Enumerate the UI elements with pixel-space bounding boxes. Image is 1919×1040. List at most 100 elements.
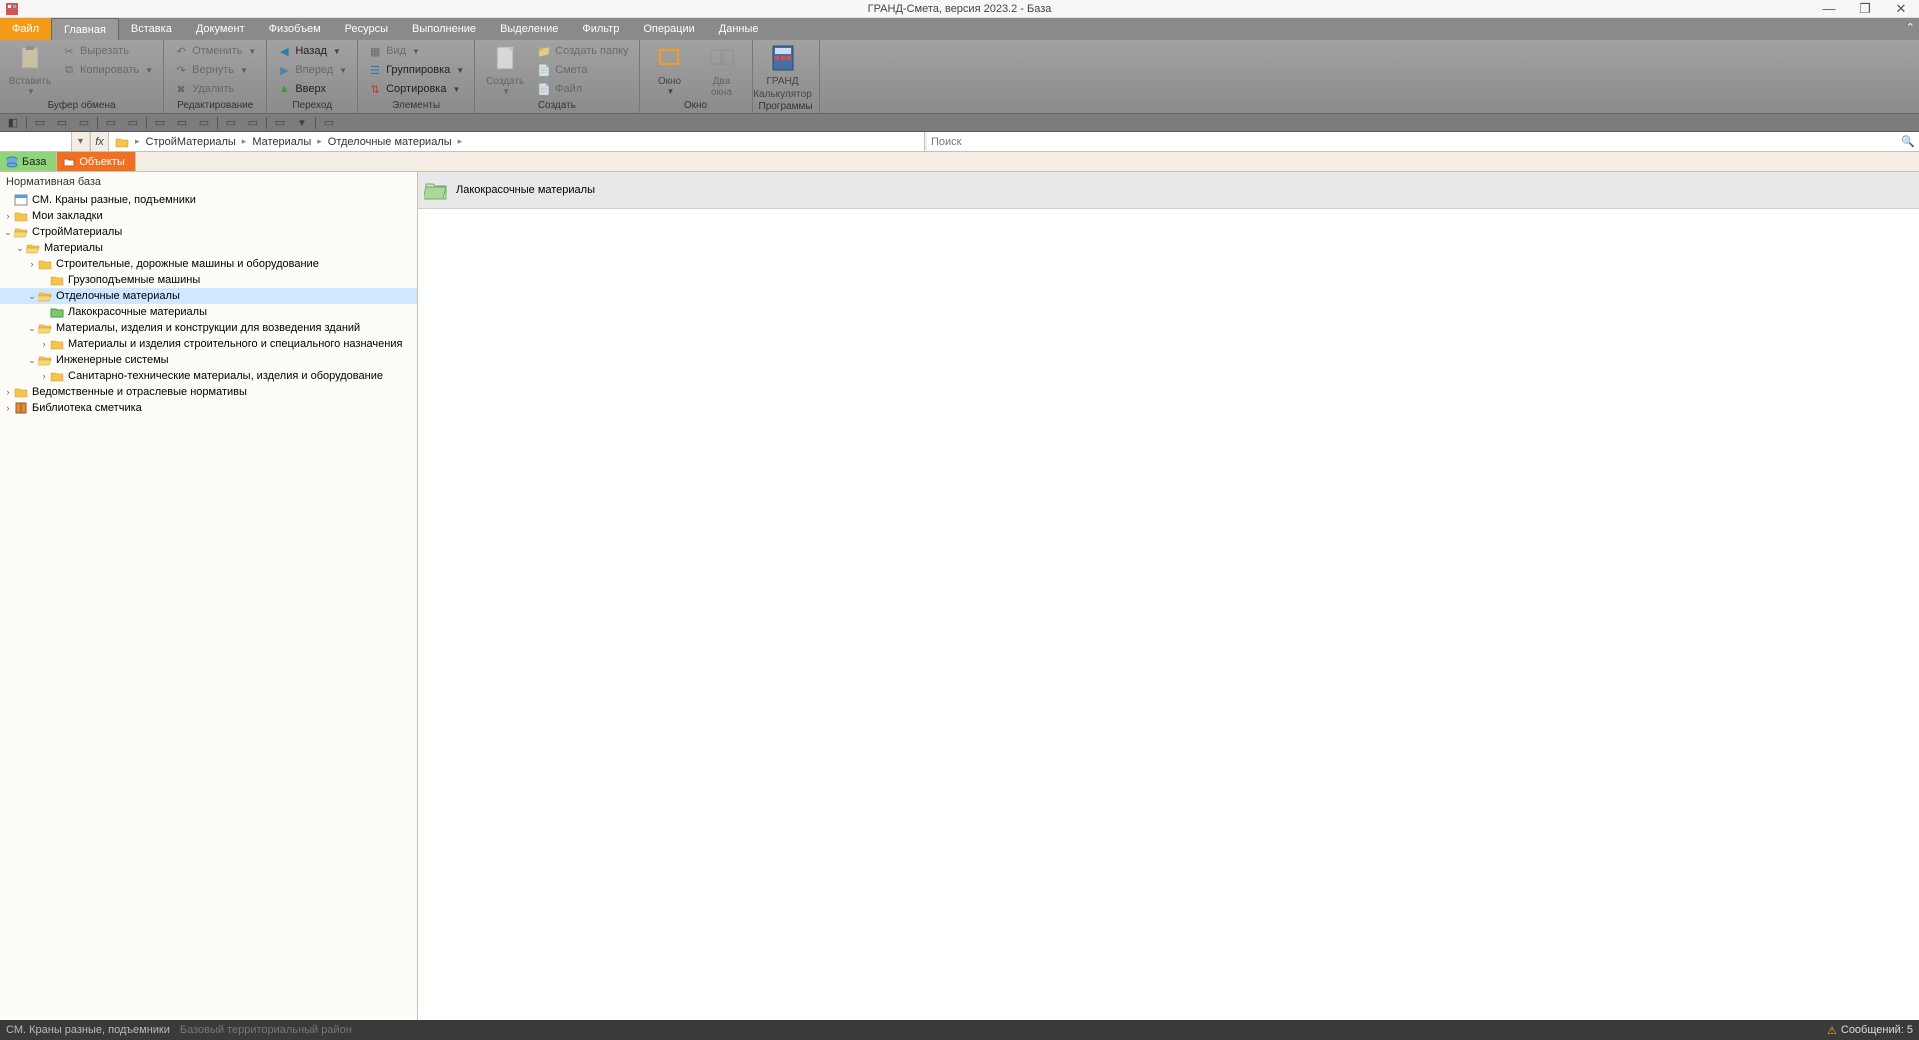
ribbon-tab-document[interactable]: Документ: [184, 18, 257, 40]
chevron-right-icon[interactable]: ▸: [133, 136, 142, 147]
collapse-icon[interactable]: ⌄: [26, 355, 38, 366]
file-icon: 📄: [537, 82, 551, 96]
two-windows-button[interactable]: Два окна: [698, 42, 746, 98]
expand-icon[interactable]: ›: [38, 371, 50, 381]
collapse-icon[interactable]: ⌄: [2, 227, 14, 238]
tree-node[interactable]: ›Ведомственные и отраслевые нормативы: [0, 384, 417, 400]
tree-node[interactable]: ⌄Отделочные материалы: [0, 288, 417, 304]
expand-icon[interactable]: ›: [2, 387, 14, 397]
collapse-icon[interactable]: ⌄: [14, 243, 26, 254]
cut-button[interactable]: ✂Вырезать: [58, 42, 157, 60]
address-name-box[interactable]: [0, 132, 72, 151]
create-button[interactable]: Создать ▼: [481, 42, 529, 96]
content-item[interactable]: Лакокрасочные материалы: [418, 172, 1919, 209]
expand-icon[interactable]: ›: [38, 339, 50, 349]
search-input[interactable]: [931, 136, 1901, 148]
expand-icon[interactable]: ›: [2, 211, 14, 221]
collapse-icon[interactable]: ⌄: [26, 291, 38, 302]
tree-node[interactable]: ›Строительные, дорожные машины и оборудо…: [0, 256, 417, 272]
qat-btn-3[interactable]: ▭: [53, 116, 71, 130]
ribbon-tab-operations[interactable]: Операции: [631, 18, 706, 40]
ribbon-tab-filter[interactable]: Фильтр: [570, 18, 631, 40]
delete-button[interactable]: ✖Удалить: [170, 80, 260, 98]
status-messages[interactable]: Сообщений: 5: [1841, 1024, 1913, 1036]
forward-button[interactable]: ▶Вперед▼: [273, 61, 351, 79]
qat-btn-11[interactable]: ▭: [244, 116, 262, 130]
qat-btn-8[interactable]: ▭: [173, 116, 191, 130]
close-button[interactable]: ✕: [1883, 0, 1919, 18]
ribbon-tab-file[interactable]: Файл: [0, 18, 51, 40]
tree-node-label: Материалы: [44, 242, 103, 254]
breadcrumb-seg-2[interactable]: Отделочные материалы: [324, 136, 456, 148]
ribbon-expand-icon[interactable]: ⌃: [1906, 21, 1915, 34]
file-button[interactable]: 📄Файл: [533, 80, 632, 98]
qat-btn-1[interactable]: ◧: [4, 116, 22, 130]
app-icon: [4, 1, 20, 17]
window-button[interactable]: Окно ▼: [646, 42, 694, 96]
chevron-right-icon[interactable]: ▸: [315, 136, 324, 147]
ribbon-tab-selection[interactable]: Выделение: [488, 18, 570, 40]
qat-btn-5[interactable]: ▭: [102, 116, 120, 130]
tree-node[interactable]: ›Материалы и изделия строительного и спе…: [0, 336, 417, 352]
redo-button[interactable]: ↷Вернуть▼: [170, 61, 260, 79]
ribbon-tab-physvol[interactable]: Физобъем: [257, 18, 333, 40]
ribbon-tab-main[interactable]: Главная: [51, 18, 119, 40]
undo-button[interactable]: ↶Отменить▼: [170, 42, 260, 60]
tree-node-label: Инженерные системы: [56, 354, 169, 366]
expand-icon[interactable]: ›: [2, 403, 14, 413]
main-area: Нормативная база СМ. Краны разные, подъе…: [0, 172, 1919, 1020]
qat-btn-14[interactable]: ▭: [320, 116, 338, 130]
breadcrumb-seg-1[interactable]: Материалы: [248, 136, 315, 148]
qat-btn-12[interactable]: ▭: [271, 116, 289, 130]
paste-button[interactable]: Вставить ▼: [6, 42, 54, 96]
ribbon-tab-data[interactable]: Данные: [707, 18, 771, 40]
db-icon: [14, 194, 28, 206]
search-box[interactable]: 🔍: [927, 132, 1919, 151]
tree-node[interactable]: Лакокрасочные материалы: [0, 304, 417, 320]
tree-node[interactable]: ›Мои закладки: [0, 208, 417, 224]
smeta-button[interactable]: 📄Смета: [533, 61, 632, 79]
qat-btn-7[interactable]: ▭: [151, 116, 169, 130]
back-button[interactable]: ◀Назад▼: [273, 42, 351, 60]
tree-node[interactable]: Грузоподъемные машины: [0, 272, 417, 288]
mkdir-button[interactable]: 📁Создать папку: [533, 42, 632, 60]
view-button[interactable]: ▦Вид▼: [364, 42, 468, 60]
collapse-icon[interactable]: ⌄: [26, 323, 38, 334]
maximize-button[interactable]: ❐: [1847, 0, 1883, 18]
ribbon-tab-insert[interactable]: Вставка: [119, 18, 184, 40]
tree-node[interactable]: СМ. Краны разные, подъемники: [0, 192, 417, 208]
chevron-right-icon[interactable]: ▸: [456, 136, 465, 147]
status-left-1: СМ. Краны разные, подъемники: [6, 1024, 170, 1036]
ribbon-tab-execution[interactable]: Выполнение: [400, 18, 488, 40]
minimize-button[interactable]: —: [1811, 0, 1847, 18]
expand-icon[interactable]: ›: [26, 259, 38, 269]
grand-calc-button[interactable]: ГРАНД Калькулятор: [759, 42, 807, 100]
qat-btn-9[interactable]: ▭: [195, 116, 213, 130]
copy-button[interactable]: ⧉Копировать▼: [58, 61, 157, 79]
tree-node[interactable]: ⌄ Инженерные системы: [0, 352, 417, 368]
qat-btn-4[interactable]: ▭: [75, 116, 93, 130]
search-icon[interactable]: 🔍: [1901, 135, 1915, 148]
qat-btn-13[interactable]: ▾: [293, 116, 311, 130]
ribbon-group-create: Создать ▼ 📁Создать папку 📄Смета 📄Файл Со…: [475, 40, 639, 113]
tree-node[interactable]: › Санитарно-технические материалы, издели…: [0, 368, 417, 384]
breadcrumb-root-icon[interactable]: [111, 136, 133, 148]
tree-node[interactable]: ⌄Материалы, изделия и конструкции для во…: [0, 320, 417, 336]
sorting-button[interactable]: ⇅Сортировка▼: [364, 80, 468, 98]
grouping-button[interactable]: ☰Группировка▼: [364, 61, 468, 79]
qat-btn-2[interactable]: ▭: [31, 116, 49, 130]
tree-node[interactable]: ›Библиотека сметчика: [0, 400, 417, 416]
qat-btn-10[interactable]: ▭: [222, 116, 240, 130]
qat-btn-6[interactable]: ▭: [124, 116, 142, 130]
breadcrumb-seg-0[interactable]: СтройМатериалы: [142, 136, 240, 148]
address-dropdown-icon[interactable]: ▾: [72, 132, 90, 151]
ribbon-tab-resources[interactable]: Ресурсы: [333, 18, 400, 40]
fx-icon[interactable]: fx: [91, 132, 109, 151]
tree-node-label: Санитарно-технические материалы, изделия…: [68, 370, 383, 382]
tab-objects[interactable]: Объекты: [57, 152, 135, 171]
chevron-right-icon[interactable]: ▸: [240, 136, 249, 147]
tab-database[interactable]: База: [0, 152, 57, 171]
tree-node[interactable]: ⌄СтройМатериалы: [0, 224, 417, 240]
tree-node[interactable]: ⌄ Материалы: [0, 240, 417, 256]
up-button[interactable]: ▲Вверх: [273, 80, 351, 98]
